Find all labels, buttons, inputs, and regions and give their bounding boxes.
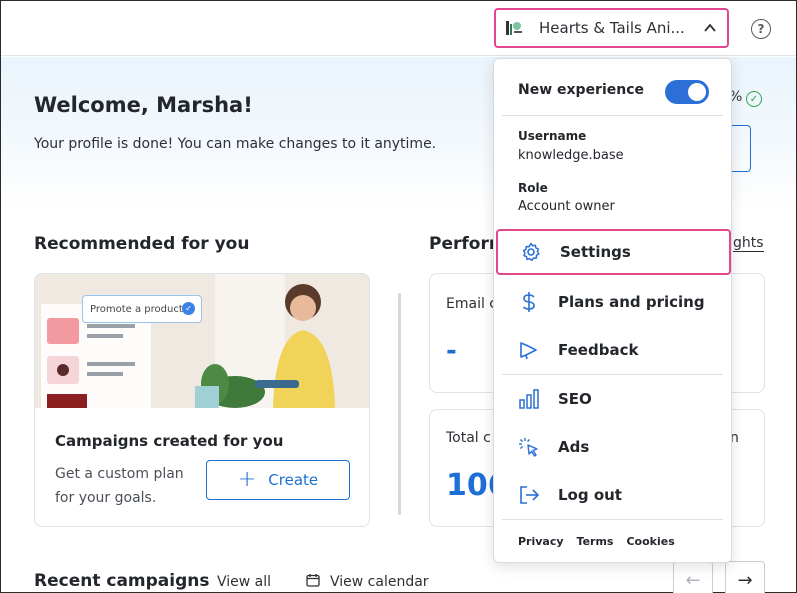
menu-item-ads[interactable]: Ads xyxy=(494,424,731,470)
divider xyxy=(502,374,723,375)
recent-campaigns-title: Recent campaigns xyxy=(34,571,210,591)
dropdown-footer: Privacy Terms Cookies xyxy=(518,535,675,548)
plus-icon: + xyxy=(237,467,257,492)
card-title: Campaigns created for you xyxy=(55,432,284,450)
new-experience-label: New experience xyxy=(518,82,645,98)
card-description: Get a custom plan for your goals. xyxy=(55,466,184,506)
email-perf-label: Email c xyxy=(446,296,497,312)
menu-label: Plans and pricing xyxy=(558,293,705,311)
email-perf-value: - xyxy=(446,336,457,366)
gear-icon xyxy=(522,242,540,262)
divider xyxy=(502,519,723,520)
check-icon: ✓ xyxy=(182,302,195,315)
new-experience-toggle[interactable] xyxy=(665,80,709,104)
create-label: Create xyxy=(268,471,319,489)
menu-label: Settings xyxy=(560,243,631,261)
username-label: Username xyxy=(518,129,587,143)
username-value: knowledge.base xyxy=(518,148,624,163)
role-label: Role xyxy=(518,181,548,195)
total-perf-label: Total c xyxy=(446,430,491,446)
divider xyxy=(502,115,723,116)
logout-icon xyxy=(520,486,540,504)
menu-label: Log out xyxy=(558,486,622,504)
menu-item-seo[interactable]: SEO xyxy=(494,376,731,422)
menu-item-feedback[interactable]: Feedback xyxy=(494,327,731,373)
check-circle-icon: ✓ xyxy=(746,91,762,107)
arrow-left-icon: ← xyxy=(685,569,701,591)
welcome-title: Welcome, Marsha! xyxy=(34,93,253,117)
help-icon[interactable]: ? xyxy=(751,19,771,39)
privacy-link[interactable]: Privacy xyxy=(518,535,564,548)
prev-page-button[interactable]: ← xyxy=(673,561,713,593)
campaign-illustration: Promote a product ✓ xyxy=(35,274,369,408)
toggle-knob xyxy=(688,83,706,101)
promo-chip: Promote a product ✓ xyxy=(82,295,202,323)
next-page-button[interactable]: → xyxy=(725,561,765,593)
menu-item-settings[interactable]: Settings xyxy=(496,229,731,275)
menu-label: SEO xyxy=(558,390,592,408)
cursor-click-icon xyxy=(519,438,538,457)
scrollbar[interactable] xyxy=(398,293,401,515)
account-name: Hearts & Tails Ani... xyxy=(539,19,685,37)
account-menu-button[interactable]: Hearts & Tails Ani... xyxy=(494,8,729,48)
menu-item-logout[interactable]: Log out xyxy=(494,472,731,518)
recommended-title: Recommended for you xyxy=(34,234,250,254)
bar-chart-icon xyxy=(519,389,539,409)
terms-link[interactable]: Terms xyxy=(577,535,614,548)
menu-label: Ads xyxy=(558,438,590,456)
welcome-subtitle: Your profile is done! You can make chang… xyxy=(34,136,437,152)
view-calendar-link[interactable]: View calendar xyxy=(330,574,429,590)
megaphone-icon xyxy=(520,342,537,360)
recommended-card: Promote a product ✓ Campaigns created fo… xyxy=(34,273,370,527)
account-logo-icon xyxy=(504,18,524,38)
top-bar: Hearts & Tails Ani... ? xyxy=(1,1,796,56)
menu-item-plans[interactable]: Plans and pricing xyxy=(494,279,731,325)
account-dropdown: New experience Username knowledge.base R… xyxy=(493,58,732,563)
calendar-icon xyxy=(306,574,320,587)
menu-label: Feedback xyxy=(558,341,639,359)
dollar-icon xyxy=(522,292,535,312)
arrow-right-icon: → xyxy=(737,569,753,591)
create-button[interactable]: + Create xyxy=(206,460,350,500)
cookies-link[interactable]: Cookies xyxy=(626,535,674,548)
view-all-link[interactable]: View all xyxy=(217,574,271,590)
insights-link[interactable]: ghts xyxy=(733,235,764,252)
promo-chip-label: Promote a product xyxy=(90,303,183,315)
role-value: Account owner xyxy=(518,199,615,214)
chevron-up-icon xyxy=(704,23,716,32)
